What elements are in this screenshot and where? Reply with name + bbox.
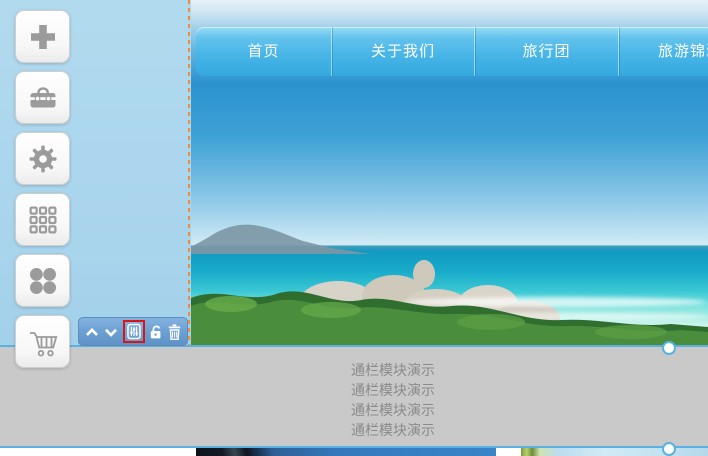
- content-photo-right[interactable]: [521, 448, 708, 456]
- unlock-button[interactable]: [149, 324, 163, 339]
- fullwidth-banner-module[interactable]: 通栏模块演示 通栏模块演示 通栏模块演示 通栏模块演示: [0, 347, 708, 446]
- chevron-down-icon: [104, 327, 118, 337]
- content-boundary-guide: [188, 0, 190, 345]
- nav-item-tours[interactable]: 旅行团: [474, 27, 618, 76]
- module-settings-button[interactable]: [127, 323, 141, 340]
- nav-item-home[interactable]: 首页: [196, 27, 331, 76]
- highlight-box: [123, 320, 145, 343]
- sidebar-add-module-button[interactable]: [15, 10, 70, 63]
- sidebar-settings-button[interactable]: [15, 132, 70, 185]
- nav-item-travel-tips[interactable]: 旅游锦囊: [618, 27, 708, 76]
- banner-module-text: 通栏模块演示 通栏模块演示 通栏模块演示 通栏模块演示: [351, 360, 435, 440]
- content-photo-left[interactable]: [196, 448, 496, 456]
- gear-icon: [28, 144, 58, 174]
- mountain-graphic: [191, 215, 371, 255]
- sidebar-store-button[interactable]: [15, 315, 70, 368]
- nav-item-about[interactable]: 关于我们: [331, 27, 474, 76]
- module-toolbar: [78, 317, 188, 346]
- trash-icon: [168, 324, 181, 340]
- move-down-button[interactable]: [104, 327, 118, 337]
- sidebar-layout-button[interactable]: [15, 193, 70, 246]
- banner-line: 通栏模块演示: [351, 420, 435, 440]
- website-editor-canvas: 首页 关于我们 旅行团 旅游锦囊 通栏模块演示 通栏模块演示 通栏模块演示 通栏…: [0, 0, 708, 456]
- sliders-icon: [127, 323, 141, 340]
- banner-line: 通栏模块演示: [351, 380, 435, 400]
- unlock-icon: [149, 324, 163, 339]
- delete-button[interactable]: [168, 324, 181, 340]
- hero-cloud-haze: [191, 0, 708, 26]
- grid-icon: [28, 205, 58, 235]
- banner-line: 通栏模块演示: [351, 360, 435, 380]
- module-selection-border-bottom: [0, 446, 708, 448]
- vegetation-graphic: [191, 282, 708, 347]
- resize-handle-bottom[interactable]: [662, 442, 676, 456]
- toolbox-icon: [28, 84, 58, 111]
- site-nav-bar: 首页 关于我们 旅行团 旅游锦囊: [196, 27, 708, 76]
- clover-icon: [28, 266, 58, 296]
- sidebar-widgets-button[interactable]: [15, 254, 70, 307]
- cart-icon: [26, 326, 60, 358]
- resize-handle-top[interactable]: [662, 341, 676, 355]
- banner-line: 通栏模块演示: [351, 400, 435, 420]
- move-up-button[interactable]: [85, 327, 99, 337]
- chevron-up-icon: [85, 327, 99, 337]
- plus-icon: [28, 22, 58, 52]
- sidebar-toolbox-button[interactable]: [15, 71, 70, 124]
